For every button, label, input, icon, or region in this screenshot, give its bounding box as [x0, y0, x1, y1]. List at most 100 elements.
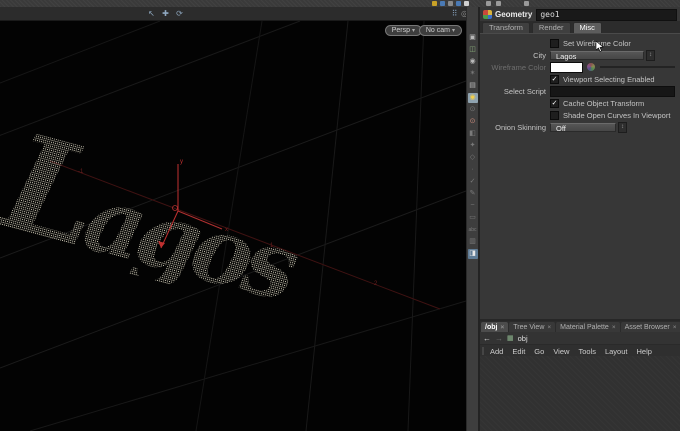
node-type-label: Geometry: [495, 10, 532, 19]
wireframe-color-swatch[interactable]: [550, 62, 583, 73]
tab-misc[interactable]: Misc: [573, 22, 602, 33]
top-shelf-strip: [0, 0, 680, 7]
network-pane: /obj× Tree View× Material Palette× Asset…: [480, 321, 680, 431]
camera-binding-button[interactable]: No cam▾: [419, 25, 462, 36]
parameter-rows: Set Wireframe Color City Lagos ↕ Wirefra…: [480, 34, 680, 132]
points-display-icon[interactable]: ·: [468, 165, 478, 175]
menu-view[interactable]: View: [553, 347, 569, 356]
tab-render[interactable]: Render: [532, 22, 571, 33]
forward-icon[interactable]: →: [495, 334, 503, 343]
mouse-cursor: [596, 41, 604, 52]
viewport-selecting-label: Viewport Selecting Enabled: [563, 75, 655, 84]
shelf-icon-6[interactable]: [486, 1, 491, 6]
shade-open-curves-checkbox[interactable]: [550, 111, 559, 120]
tab-asset-browser[interactable]: Asset Browser×: [621, 322, 680, 332]
menu-go[interactable]: Go: [534, 347, 544, 356]
viewport-toolbar: ↖ ✚ ⟳ ⠿ ◎: [0, 7, 466, 21]
right-panel: Geometry geo1 Transform Render Misc Set …: [478, 7, 680, 431]
menu-help[interactable]: Help: [636, 347, 651, 356]
close-icon[interactable]: ×: [673, 324, 677, 331]
tab-material-palette[interactable]: Material Palette×: [556, 322, 619, 332]
onion-skinning-dropdown[interactable]: Off: [550, 123, 616, 132]
snapshot-icon[interactable]: ▣: [468, 33, 478, 43]
back-icon[interactable]: ←: [483, 334, 491, 343]
cache-object-transform-label: Cache Object Transform: [563, 99, 644, 108]
geometry-node-icon: [483, 10, 492, 19]
shelf-icon-8[interactable]: [524, 1, 529, 6]
backfaces-icon[interactable]: ▭: [468, 213, 478, 223]
tab-transform[interactable]: Transform: [482, 22, 530, 33]
scene-viewport[interactable]: ↖ ✚ ⟳ ⠿ ◎ Lagos -1: [0, 7, 466, 431]
network-editor-canvas[interactable]: [480, 356, 680, 431]
onion-skinning-label: Onion Skinning: [480, 123, 550, 132]
viewport-layout-icon[interactable]: ◨: [468, 249, 478, 259]
pane-tab-bar: /obj× Tree View× Material Palette× Asset…: [480, 321, 680, 332]
layers-icon[interactable]: ▤: [468, 81, 478, 91]
color-slider-track[interactable]: [600, 66, 675, 68]
camera-persp-button[interactable]: Persp▾: [385, 25, 422, 36]
select-tool-icon[interactable]: ↖: [146, 8, 157, 19]
display-options-strip: ▣ ◫ ◉ ✶ ▤ ◉ ⊙ ⊙ ◧ ✦ ◇ · ✓ ✎ ~ ▭ abc ▥ ◨: [466, 7, 478, 431]
network-path[interactable]: obj: [518, 334, 528, 343]
headlight-icon[interactable]: ◉: [468, 93, 478, 103]
tab-obj[interactable]: /obj×: [481, 322, 508, 332]
menu-layout[interactable]: Layout: [605, 347, 628, 356]
normal-lighting-icon[interactable]: ⊙: [468, 105, 478, 115]
flipbook-icon[interactable]: ◫: [468, 45, 478, 55]
cache-object-transform-checkbox[interactable]: ✓: [550, 99, 559, 108]
close-icon[interactable]: ×: [500, 324, 504, 331]
parameter-pane: Geometry geo1 Transform Render Misc Set …: [480, 7, 680, 321]
lock-camera-icon[interactable]: ◉: [468, 57, 478, 67]
network-path-bar: ← → ▦ obj: [480, 332, 680, 345]
node-header: Geometry geo1: [480, 7, 680, 21]
menu-tools[interactable]: Tools: [578, 347, 596, 356]
menu-drag-handle[interactable]: [482, 347, 484, 355]
param-shade-open-curves: Shade Open Curves In Viewport: [480, 110, 677, 120]
param-cache-object-transform: ✓ Cache Object Transform: [480, 98, 677, 108]
param-select-script: Select Script: [480, 86, 677, 96]
shelf-icon-1[interactable]: [432, 1, 437, 6]
shelf-icon-4[interactable]: [456, 1, 461, 6]
visibility-icon[interactable]: ✶: [468, 69, 478, 79]
wireframe-mode-icon[interactable]: ◇: [468, 153, 478, 163]
curves-display-icon[interactable]: ~: [468, 201, 478, 211]
menu-edit[interactable]: Edit: [512, 347, 525, 356]
shelf-icon-7[interactable]: [496, 1, 501, 6]
caret-down-icon: ▾: [452, 28, 455, 34]
monitor-icon[interactable]: ▥: [468, 237, 478, 247]
param-set-wireframe-color: Set Wireframe Color: [480, 38, 677, 48]
axis-tick-2: 2: [374, 281, 378, 287]
select-script-label: Select Script: [480, 87, 550, 96]
handles-tool-icon[interactable]: ⟳: [174, 8, 185, 19]
characters-icon[interactable]: ◧: [468, 129, 478, 139]
high-quality-lighting-icon[interactable]: ⊙: [468, 117, 478, 127]
axis-tick-neg1: -1: [78, 169, 84, 175]
shelf-icon-3[interactable]: [448, 1, 453, 6]
select-script-field[interactable]: [550, 86, 675, 97]
node-name-field[interactable]: geo1: [536, 9, 677, 21]
set-wireframe-color-checkbox[interactable]: [550, 39, 559, 48]
axis-tick-1: 1: [270, 243, 274, 249]
houdini-window: ↖ ✚ ⟳ ⠿ ◎ Lagos -1: [0, 0, 680, 431]
city-menu-spinner[interactable]: ↕: [646, 50, 655, 61]
onion-skinning-menu-spinner[interactable]: ↕: [618, 122, 627, 133]
close-icon[interactable]: ×: [547, 324, 551, 331]
city-label: City: [480, 51, 550, 60]
viewport-canvas[interactable]: Lagos -1 1 2 y x Persp▾ No cam▾: [0, 21, 466, 431]
text-overlay-icon[interactable]: abc: [468, 225, 478, 235]
viewport-selecting-checkbox[interactable]: ✓: [550, 75, 559, 84]
menu-add[interactable]: Add: [490, 347, 503, 356]
shelf-icon-5[interactable]: [464, 1, 469, 6]
shelf-icon-2[interactable]: [440, 1, 445, 6]
shading-mode-icon[interactable]: ✦: [468, 141, 478, 151]
edit-normals-icon[interactable]: ✎: [468, 189, 478, 199]
color-wheel-icon[interactable]: [587, 63, 595, 71]
y-axis-label: y: [180, 159, 183, 165]
param-onion-skinning: Onion Skinning Off ↕: [480, 122, 677, 132]
wireframe-color-label: Wireframe Color: [480, 63, 550, 72]
display-toggle-icon[interactable]: ✓: [468, 177, 478, 187]
move-tool-icon[interactable]: ✚: [160, 8, 171, 19]
close-icon[interactable]: ×: [612, 324, 616, 331]
tab-tree-view[interactable]: Tree View×: [509, 322, 555, 332]
transform-handle[interactable]: -1 1 2 y x: [0, 21, 466, 431]
